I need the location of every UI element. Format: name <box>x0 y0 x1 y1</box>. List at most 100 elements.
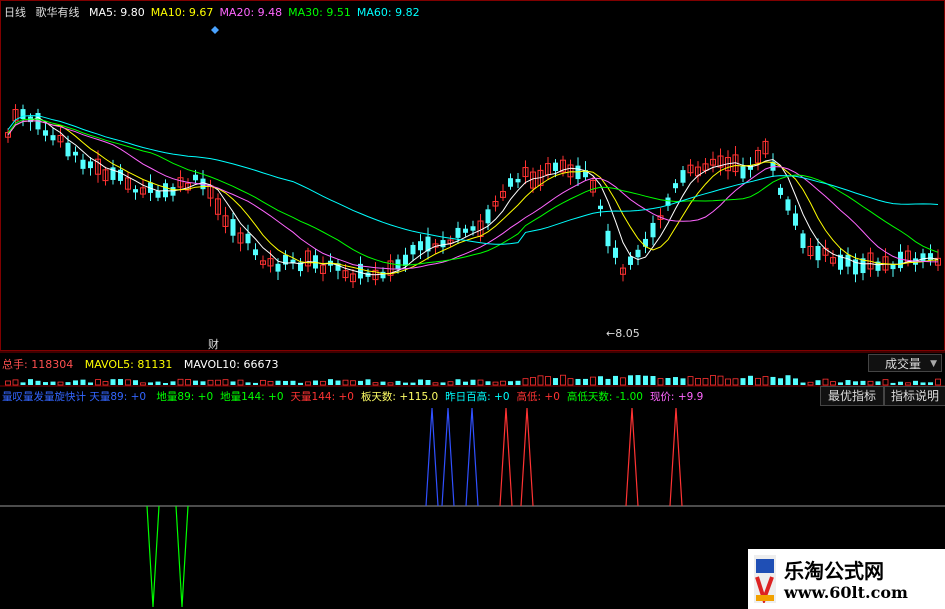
watermark-url: www.60lt.com <box>784 583 908 602</box>
volume-bar <box>838 382 843 385</box>
volume-bar <box>470 379 476 385</box>
volume-bar <box>185 379 191 386</box>
volume-bar <box>725 378 731 386</box>
candle-body <box>80 159 86 169</box>
candle-body <box>793 213 798 226</box>
indicator-value-item: 昨日百高: +0 <box>445 391 510 403</box>
volume-bar <box>342 379 349 386</box>
volume-bar <box>553 378 558 385</box>
volume-bar <box>860 380 866 385</box>
candle-body <box>928 253 933 260</box>
volume-bar <box>673 377 678 385</box>
candle-body <box>800 233 806 249</box>
candle-body <box>605 230 611 247</box>
volume-bar <box>935 378 941 386</box>
candle-body <box>673 183 678 189</box>
volume-bar <box>207 379 214 386</box>
volume-bar <box>702 378 709 386</box>
candle-body <box>778 187 783 195</box>
volume-bar <box>372 382 379 386</box>
volume-bar <box>913 380 918 385</box>
candle-body <box>643 238 648 247</box>
volume-bar <box>387 382 394 386</box>
best-indicator-button[interactable]: 最优指标 <box>820 386 884 406</box>
volume-bar <box>432 382 439 386</box>
volume-bar <box>403 382 408 385</box>
mavol10-label: MAVOL10: <box>183 358 240 371</box>
volume-bar <box>140 382 146 386</box>
volume-bar <box>755 377 761 386</box>
candle-body <box>88 161 93 169</box>
volume-bar <box>290 380 296 385</box>
signal-spike <box>499 407 513 507</box>
volume-bar <box>230 381 236 385</box>
total-volume-value: 118304 <box>31 358 74 371</box>
volume-bar <box>28 379 33 385</box>
volume-bar <box>57 381 64 386</box>
volume-bar <box>890 382 896 385</box>
signal-spike <box>175 505 189 608</box>
candle-body <box>133 189 138 193</box>
signal-spikes <box>146 407 683 608</box>
candle-body <box>613 247 618 258</box>
dropdown-selected-value: 成交量 <box>885 357 922 371</box>
indicator-value-item: 地量144: +0 <box>220 391 284 403</box>
volume-bar <box>628 375 633 385</box>
volume-bar <box>485 381 491 385</box>
candle-body <box>253 249 258 256</box>
volume-bar <box>320 380 326 386</box>
signal-spike <box>625 407 639 507</box>
candle-body <box>440 240 446 248</box>
indicator-value-item: 高低天数: -1.00 <box>566 391 643 403</box>
volume-bar <box>800 382 806 385</box>
volume-bar <box>560 374 566 386</box>
volume-bar <box>88 382 93 385</box>
indicator-values: 地量89: +0 地量144: +0 天量144: +0 板天数: +115.0 昨日百… <box>149 391 703 403</box>
volume-bar <box>545 376 551 386</box>
indicator-help-button[interactable]: 指标说明 <box>884 386 945 406</box>
volume-bar <box>395 380 401 385</box>
volume-bar <box>508 381 513 385</box>
signal-spike <box>465 407 479 507</box>
volume-type-dropdown[interactable]: 成交量 ▼ <box>868 354 942 372</box>
volume-bar <box>155 381 161 385</box>
volume-bar <box>687 376 694 386</box>
candle-body <box>193 174 198 181</box>
volume-bar <box>267 381 274 386</box>
volume-bar <box>620 377 626 386</box>
volume-bar <box>928 382 933 385</box>
candle-body <box>20 109 26 120</box>
volume-bar <box>440 382 446 385</box>
signal-spike <box>669 407 683 507</box>
volume-bar <box>522 378 529 386</box>
volume-bar <box>418 379 423 385</box>
watermark-title: 乐淘公式网 <box>784 559 884 583</box>
volume-bar <box>65 382 71 385</box>
volume-bar <box>447 381 454 386</box>
volume-bar <box>380 381 386 385</box>
candle-body <box>508 178 513 187</box>
volume-bar <box>237 379 244 386</box>
total-volume-label: 总手: <box>2 358 28 371</box>
volume-bar <box>898 381 903 385</box>
volume-bar <box>110 379 116 385</box>
volume-bar <box>455 379 461 385</box>
mavol10-value: 66673 <box>243 358 279 371</box>
ma-legend-item: MA10: 9.67 <box>150 6 214 19</box>
volume-bar <box>193 380 198 385</box>
candle-body <box>890 264 896 270</box>
indicator-header: 量叹量发量旋快计 天量89: +0 地量89: +0 地量144: +0 天量144… <box>2 389 703 404</box>
volume-bar <box>275 380 281 385</box>
finance-marker[interactable]: 财 <box>208 336 219 352</box>
indicator-value-item: 板天数: +115.0 <box>360 391 439 403</box>
candle-body <box>245 233 251 244</box>
candle-body <box>650 222 656 238</box>
signal-spike <box>425 407 439 507</box>
watermark: 乐淘公式网 www.60lt.com <box>748 549 945 609</box>
volume-bar <box>613 375 618 385</box>
volume-bar <box>575 378 581 385</box>
volume-bar <box>665 377 671 385</box>
volume-bar <box>80 379 86 385</box>
candle-body <box>553 162 558 171</box>
volume-bar <box>815 380 821 385</box>
